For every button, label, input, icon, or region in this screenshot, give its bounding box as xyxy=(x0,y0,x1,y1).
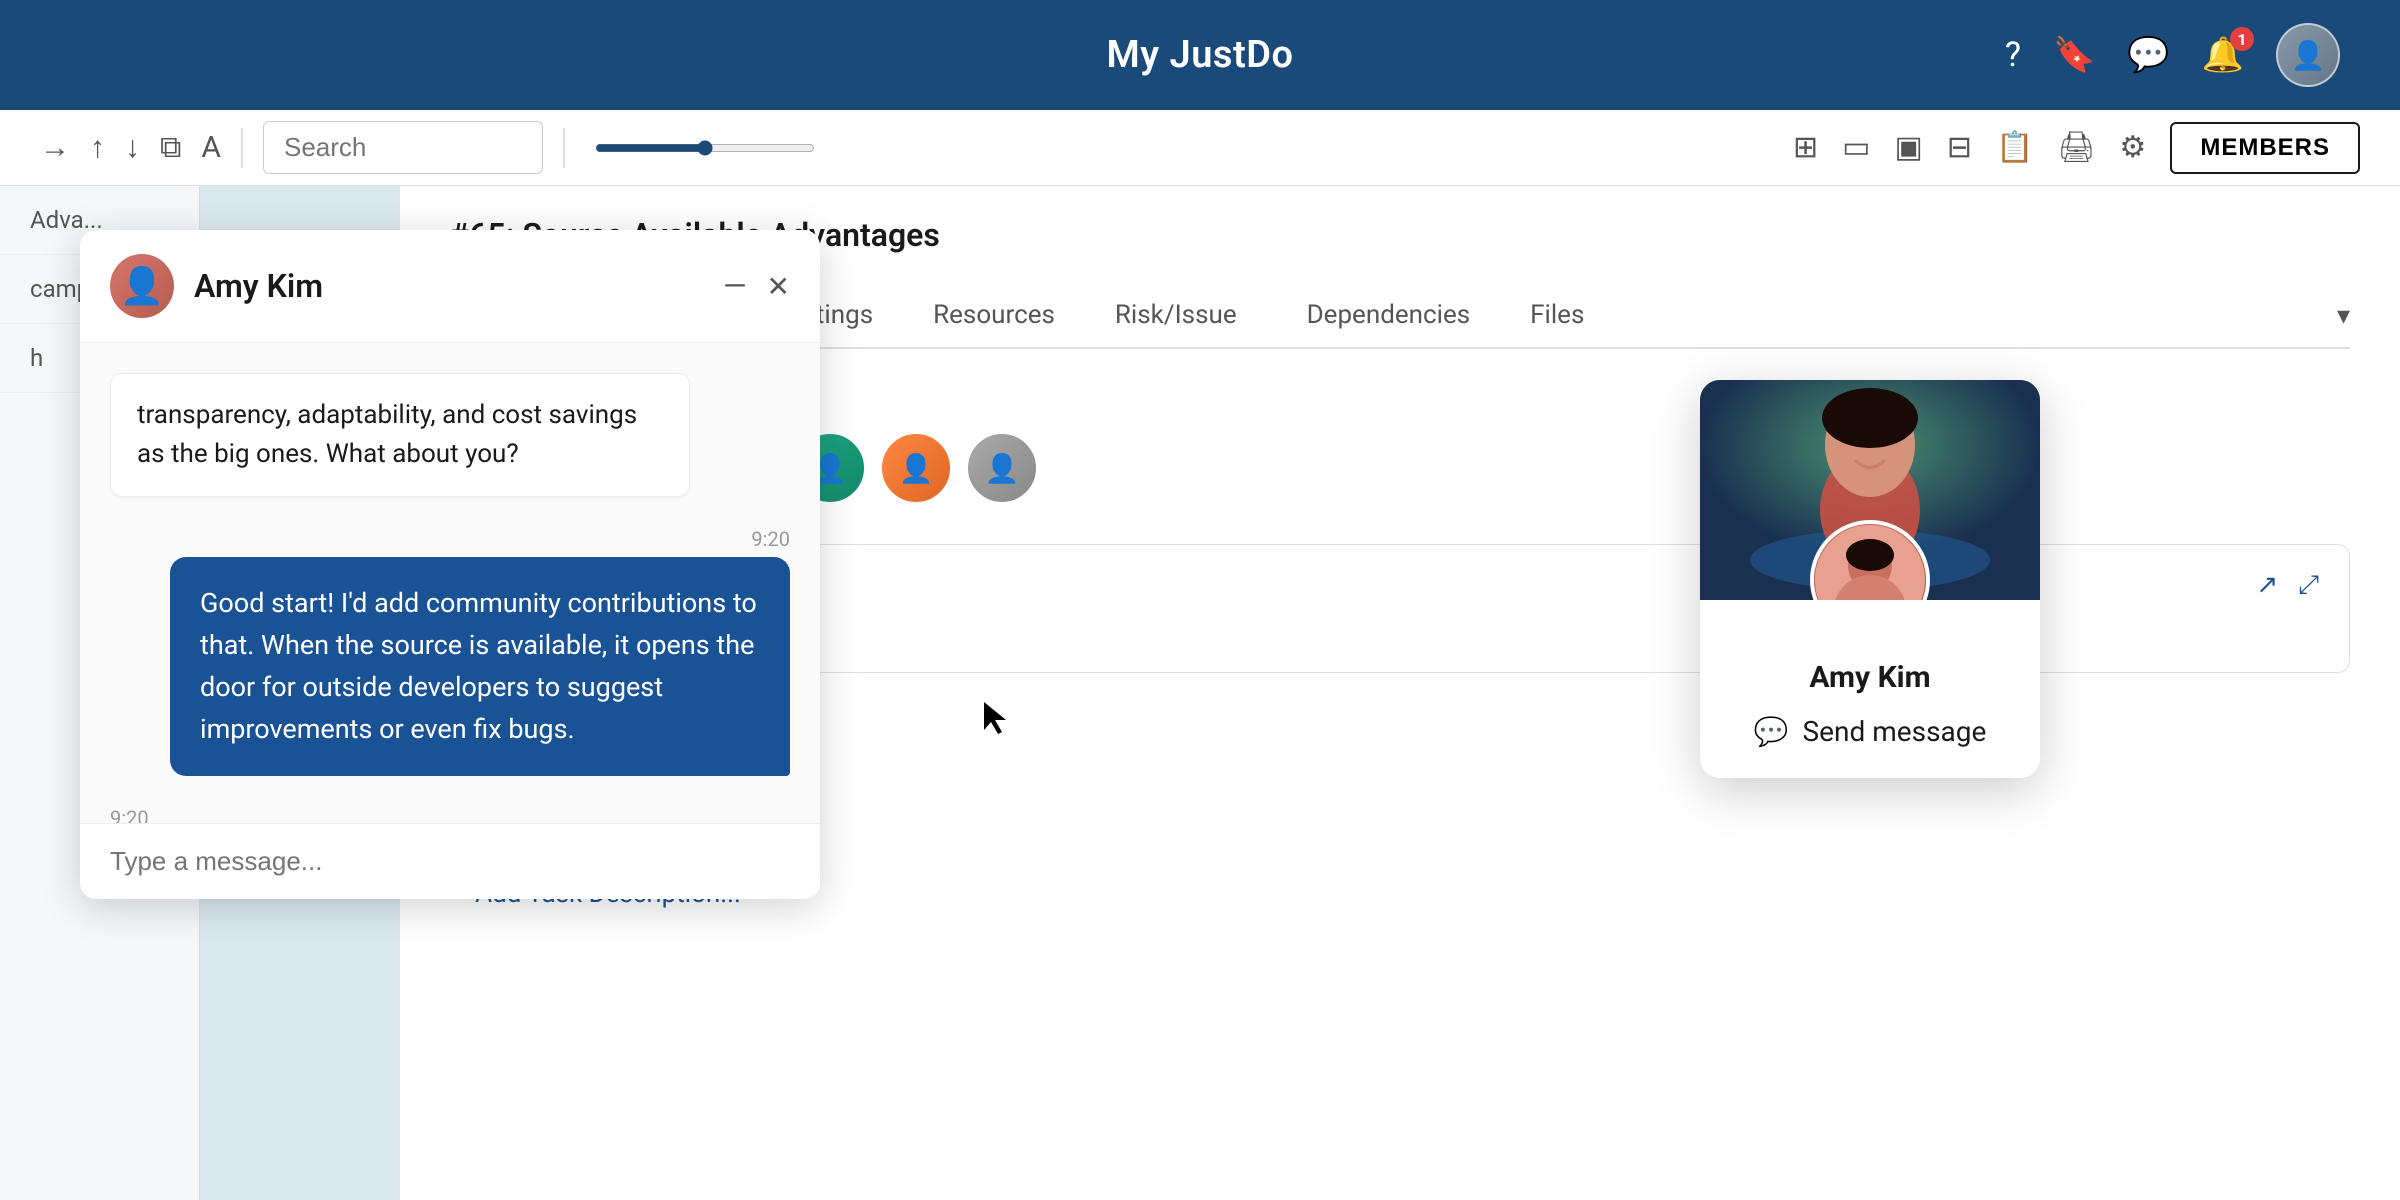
send-message-action[interactable]: 💬 Send message xyxy=(1730,715,2010,748)
profile-popup: Amy Kim 💬 Send message xyxy=(1700,380,2040,778)
copy-icon[interactable]: ⧉ xyxy=(160,130,181,165)
chat-message-2: 9:20 Good start! I'd add community contr… xyxy=(110,527,790,776)
tab-more-icon[interactable]: ▾ xyxy=(2337,301,2350,331)
toolbar: → ↑ ↓ ⧉ A ⊞ ▭ ▣ ⊟ 📋 🖨 ⚙ MEMBERS xyxy=(0,110,2400,186)
chat-message-input[interactable] xyxy=(110,846,790,877)
chat-message-2-text: Good start! I'd add community contributi… xyxy=(170,557,790,776)
tab-dependencies[interactable]: Dependencies xyxy=(1277,284,1501,349)
chat-message-1: transparency, adaptability, and cost sav… xyxy=(110,373,790,497)
user-avatar[interactable]: 👤 xyxy=(2276,23,2340,87)
notification-badge: 1 xyxy=(2230,27,2254,51)
zoom-slider-container xyxy=(595,140,815,156)
chat-section-icons: ↗ ⤢ xyxy=(2256,570,2319,601)
chat-panel: 👤 Amy Kim — ✕ transparency, adaptability… xyxy=(80,230,820,899)
tab-risk-issue[interactable]: Risk/Issue xyxy=(1085,284,1267,349)
notification-icon[interactable]: 🔔 1 xyxy=(2202,35,2244,75)
navigate-down-icon[interactable]: ↓ xyxy=(125,130,140,165)
app-title: My JustDo xyxy=(1106,33,1293,77)
member-avatar-6-inner: 👤 xyxy=(882,434,950,502)
message-bubble-icon: 💬 xyxy=(1754,715,1789,748)
tab-files[interactable]: Files xyxy=(1500,284,1614,349)
settings-icon[interactable]: ⚙ xyxy=(2119,130,2146,165)
navigate-forward-icon[interactable]: → xyxy=(40,130,70,165)
view-icon-1[interactable]: ▭ xyxy=(1842,130,1870,165)
chat-messages: transparency, adaptability, and cost sav… xyxy=(80,343,820,823)
avatar-image: 👤 xyxy=(2278,25,2338,85)
print-icon[interactable]: 🖨 xyxy=(2057,130,2095,165)
navigate-up-icon[interactable]: ↑ xyxy=(90,130,105,165)
chat-expand-icon[interactable]: ⤢ xyxy=(2298,570,2319,601)
member-avatar-7[interactable]: 👤 xyxy=(966,432,1038,504)
toolbar-divider-2 xyxy=(563,128,565,168)
text-format-icon[interactable]: A xyxy=(201,130,221,165)
chat-message-3-time: 9:20 xyxy=(110,806,790,823)
calendar-icon[interactable]: 📋 xyxy=(1996,130,2033,165)
chat-contact-name: Amy Kim xyxy=(194,267,723,305)
chat-message-2-time: 9:20 xyxy=(751,527,790,551)
member-avatar-7-inner: 👤 xyxy=(968,434,1036,502)
tab-resources[interactable]: Resources xyxy=(903,284,1085,349)
table-icon[interactable]: ⊟ xyxy=(1947,130,1972,165)
search-input[interactable] xyxy=(263,121,543,174)
chat-contact-avatar: 👤 xyxy=(110,254,174,318)
grid-icon[interactable]: ⊞ xyxy=(1793,130,1818,165)
profile-popup-image xyxy=(1700,380,2040,600)
chat-external-link-icon[interactable]: ↗ xyxy=(2256,570,2278,601)
members-button[interactable]: MEMBERS xyxy=(2170,122,2360,174)
toolbar-right: ⊞ ▭ ▣ ⊟ 📋 🖨 ⚙ MEMBERS xyxy=(1793,122,2360,174)
chat-message-3: 9:20 That's true! It's like an extra lay… xyxy=(110,806,790,823)
chat-icon[interactable]: 💬 xyxy=(2127,35,2169,75)
chat-panel-header: 👤 Amy Kim — ✕ xyxy=(80,230,820,343)
close-icon[interactable]: ✕ xyxy=(767,270,790,303)
profile-popup-name: Amy Kim xyxy=(1730,660,2010,695)
nav-icons: ? 🔖 💬 🔔 1 👤 xyxy=(2005,23,2340,87)
chat-message-1-text: transparency, adaptability, and cost sav… xyxy=(110,373,690,497)
chat-input-area xyxy=(80,823,820,899)
bookmark-icon[interactable]: 🔖 xyxy=(2053,35,2095,75)
toolbar-divider-1 xyxy=(241,128,243,168)
avatar-svg xyxy=(1815,525,1925,600)
member-avatar-6[interactable]: 👤 xyxy=(880,432,952,504)
send-message-label: Send message xyxy=(1803,715,1987,748)
chat-avatar-icon: 👤 xyxy=(120,265,165,307)
top-nav-bar: My JustDo ? 🔖 💬 🔔 1 👤 xyxy=(0,0,2400,110)
help-icon[interactable]: ? xyxy=(2005,35,2021,75)
profile-avatar-inner xyxy=(1814,524,1926,600)
zoom-slider[interactable] xyxy=(595,140,815,156)
profile-popup-body: Amy Kim 💬 Send message xyxy=(1700,600,2040,778)
view-icon-2[interactable]: ▣ xyxy=(1894,130,1922,165)
minimize-icon[interactable]: — xyxy=(723,269,746,304)
